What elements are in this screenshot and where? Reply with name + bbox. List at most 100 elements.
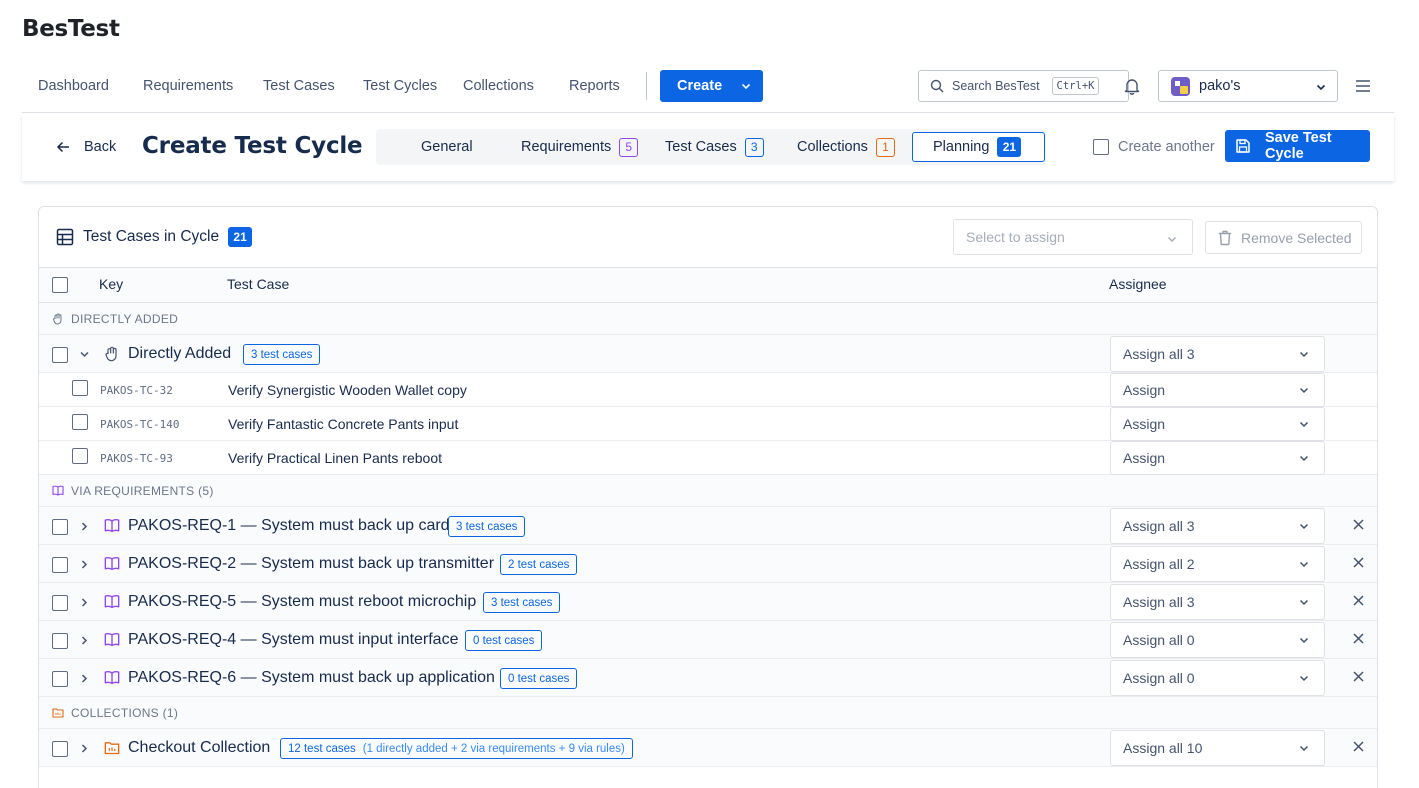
tab-planning[interactable]: Planning 21: [912, 132, 1045, 162]
section-via-requirements: VIA REQUIREMENTS (5): [39, 475, 1377, 507]
bulk-assign-select[interactable]: Select to assign: [953, 219, 1193, 255]
group-checkbox[interactable]: [52, 671, 68, 687]
chevron-right-icon[interactable]: [79, 597, 90, 608]
requirement-group-row[interactable]: PAKOS-REQ-4 — System must input interfac…: [39, 621, 1377, 659]
assignee-dropdown[interactable]: Assign: [1110, 373, 1325, 407]
nav-test-cycles[interactable]: Test Cycles: [363, 78, 437, 94]
back-label: Back: [84, 139, 117, 155]
test-count-text: 2 test cases: [508, 558, 570, 571]
create-another-checkbox[interactable]: [1093, 139, 1109, 155]
group-name: PAKOS-REQ-1 — System must back up card: [128, 517, 450, 534]
assignee-dropdown[interactable]: Assign: [1110, 441, 1325, 475]
section-label: VIA REQUIREMENTS (5): [71, 484, 214, 498]
group-name: PAKOS-REQ-6 — System must back up applic…: [128, 669, 495, 686]
chevron-right-icon[interactable]: [79, 559, 90, 570]
column-assignee: Assignee: [1109, 276, 1167, 292]
remove-group-close-icon[interactable]: [1353, 595, 1364, 606]
card-header: Test Cases in Cycle 21 Select to assign …: [39, 207, 1377, 268]
test-count-badge: 3 test cases: [448, 516, 526, 537]
assign-all-dropdown[interactable]: Assign all 3: [1110, 584, 1325, 620]
remove-selected-button[interactable]: Remove Selected: [1205, 221, 1362, 254]
create-button[interactable]: Create: [660, 70, 763, 102]
book-icon: [52, 485, 64, 496]
select-all-checkbox[interactable]: [52, 277, 68, 293]
nav-requirements[interactable]: Requirements: [143, 78, 233, 94]
section-label: DIRECTLY ADDED: [71, 312, 179, 326]
table-row[interactable]: PAKOS-TC-140 Verify Fantastic Concrete P…: [39, 407, 1377, 441]
nav-test-cases[interactable]: Test Cases: [263, 78, 335, 94]
tab-label: Planning: [933, 139, 990, 155]
chevron-right-icon[interactable]: [79, 673, 90, 684]
assign-label: Assign: [1123, 450, 1166, 466]
tab-count-badge: 21: [997, 137, 1022, 157]
save-test-cycle-button[interactable]: Save Test Cycle: [1225, 130, 1370, 162]
assign-label: Assign: [1123, 416, 1166, 432]
chevron-down-icon: [1298, 348, 1310, 360]
chevron-right-icon[interactable]: [79, 521, 90, 532]
assign-label: Assign all 3: [1123, 518, 1195, 534]
tab-requirements[interactable]: Requirements 5: [521, 132, 639, 162]
row-checkbox[interactable]: [72, 380, 88, 396]
assign-all-dropdown[interactable]: Assign all 2: [1110, 546, 1325, 582]
assign-all-dropdown[interactable]: Assign all 3: [1110, 336, 1325, 372]
workspace-switcher[interactable]: pako's: [1158, 70, 1338, 102]
table-row[interactable]: PAKOS-TC-93 Verify Practical Linen Pants…: [39, 441, 1377, 475]
remove-group-close-icon[interactable]: [1353, 671, 1364, 682]
requirement-group-row[interactable]: PAKOS-REQ-2 — System must back up transm…: [39, 545, 1377, 583]
test-case-key: PAKOS-TC-32: [100, 384, 173, 397]
bell-icon[interactable]: [1123, 77, 1141, 95]
tab-test-cases[interactable]: Test Cases 3: [665, 132, 764, 162]
save-button-label: Save Test Cycle: [1265, 130, 1332, 162]
card-title: Test Cases in Cycle 21: [56, 227, 253, 247]
remove-group-close-icon[interactable]: [1353, 557, 1364, 568]
nav-dashboard[interactable]: Dashboard: [38, 78, 109, 94]
requirement-group-row[interactable]: PAKOS-REQ-5 — System must reboot microch…: [39, 583, 1377, 621]
remove-group-close-icon[interactable]: [1353, 633, 1364, 644]
chevron-down-icon[interactable]: [79, 349, 90, 360]
group-row-directly-added[interactable]: Directly Added 3 test cases Assign all 3: [39, 335, 1377, 373]
group-checkbox[interactable]: [52, 595, 68, 611]
test-count-badge: 0 test cases: [500, 668, 578, 689]
group-checkbox[interactable]: [52, 741, 68, 757]
nav-collections[interactable]: Collections: [463, 78, 534, 94]
search-placeholder: Search BesTest: [952, 79, 1040, 93]
create-another-toggle[interactable]: Create another: [1093, 139, 1215, 155]
chevron-down-icon: [740, 80, 752, 92]
search-input[interactable]: Search BesTest Ctrl+K: [918, 70, 1129, 102]
tab-general[interactable]: General: [421, 132, 473, 162]
assign-label: Assign all 0: [1123, 670, 1195, 686]
test-count-badge: 12 test cases (1 directly added + 2 via …: [280, 738, 633, 759]
remove-group-close-icon[interactable]: [1353, 741, 1364, 752]
chevron-down-icon: [1298, 384, 1310, 396]
trash-icon: [1218, 230, 1232, 246]
back-button[interactable]: Back: [56, 139, 116, 155]
chevron-right-icon[interactable]: [79, 743, 90, 754]
collection-group-row[interactable]: Checkout Collection 12 test cases (1 dir…: [39, 729, 1377, 767]
assign-all-dropdown[interactable]: Assign all 0: [1110, 622, 1325, 658]
group-checkbox[interactable]: [52, 557, 68, 573]
assign-all-dropdown[interactable]: Assign all 0: [1110, 660, 1325, 696]
nav-reports[interactable]: Reports: [569, 78, 620, 94]
group-checkbox[interactable]: [52, 519, 68, 535]
row-checkbox[interactable]: [72, 448, 88, 464]
tab-collections[interactable]: Collections 1: [797, 132, 895, 162]
workspace-name: pako's: [1199, 78, 1241, 94]
top-navigation: Dashboard Requirements Test Cases Test C…: [22, 60, 1394, 113]
tab-label: Requirements: [521, 139, 612, 155]
section-label: COLLECTIONS (1): [71, 706, 179, 720]
row-checkbox[interactable]: [72, 414, 88, 430]
card-title-text: Test Cases in Cycle: [83, 228, 220, 245]
assign-all-dropdown[interactable]: Assign all 10: [1110, 730, 1325, 766]
assign-all-dropdown[interactable]: Assign all 3: [1110, 508, 1325, 544]
chevron-right-icon[interactable]: [79, 635, 90, 646]
assignee-dropdown[interactable]: Assign: [1110, 407, 1325, 441]
hamburger-menu-icon[interactable]: [1355, 79, 1371, 93]
remove-group-close-icon[interactable]: [1353, 519, 1364, 530]
nav-divider: [646, 72, 647, 100]
requirement-group-row[interactable]: PAKOS-REQ-6 — System must back up applic…: [39, 659, 1377, 697]
requirement-group-row[interactable]: PAKOS-REQ-1 — System must back up card 3…: [39, 507, 1377, 545]
group-checkbox[interactable]: [52, 633, 68, 649]
chevron-down-icon: [1298, 558, 1310, 570]
table-row[interactable]: PAKOS-TC-32 Verify Synergistic Wooden Wa…: [39, 373, 1377, 407]
group-checkbox[interactable]: [52, 347, 68, 363]
